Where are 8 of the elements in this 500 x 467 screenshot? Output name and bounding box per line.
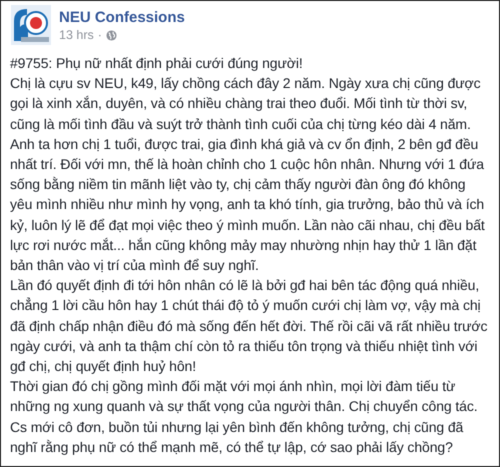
page-name-link[interactable]: NEU Confessions [59, 9, 185, 27]
globe-icon [106, 30, 117, 40]
post-paragraph: Thời gian đó chị gồng mình đối mặt với mọi ánh nhìn, mọi lời đàm tiếu từ những ng xung quanh và sự thất vọng của người thân. Chị chuyển công tác. Cs mới cô đơn, buồn tủi nhưng lại yên bình đến không tưởng, chị cũng đã nghĩ rằng phụ nữ có thể mạnh mẽ, có thể tự lập, cớ sao phải lấy chồng? [10, 377, 479, 457]
post-paragraph: #9755: Phụ nữ nhất định phải cưới đúng người! [10, 54, 304, 73]
page-logo-icon[interactable] [11, 5, 51, 45]
post-paragraph: Lần đó quyết định đi tới hôn nhân có lẽ là bởi gđ hai bên tác động quá nhiều, chẳng 1 lời cầu hôn hay 1 chút thái độ tỏ ý muốn cưới chị làm vợ, vậy mà chị đã định chấp nhận điều đó mà sống đến hết đời. Thế rồi cãi vã rất nhiều trước ngày cưới, và anh ta thậm chí còn tỏ ra thiếu tôn trọng và thiếu nhiệt tình với gđ chị, chị quyết định huỷ hôn! [10, 276, 488, 376]
post-paragraph: Chị là cựu sv NEU, k49, lấy chồng cách đây 2 năm. Ngày xưa chị cũng được gọi là xinh xắn, duyên, và có nhiều chàng trai theo đuổi. Mối tình từ thời sv, cũng là mối tình đầu và suýt trở thành tình cuối của chị từng kéo dài 4 năm. Anh ta hơn chị 1 tuổi, được trai, gia đình khá giả và cv ổn định, 2 bên gđ đều nhất trí. Đối với mn, thế là hoàn chỉnh cho 1 cuộc hôn nhân. Nhưng với 1 đứa sống bằng niềm tin mãnh liệt vào ty, chị cảm thấy người đàn ông đó không yêu mình nhiều như mình hy vọng, anh ta khó tính, gia trưởng, bảo thủ và ích kỷ, luôn lý lẽ để đạt mọi việc theo ý mình muốn. Lần nào cãi nhau, chị đều bất lực rơi nước mắt... hắn cũng không mảy may nhường nhịn hay thử 1 lần đặt bản thân vào vị trí của mình để suy nghĩ. [10, 74, 486, 276]
separator-dot: · [98, 27, 102, 43]
